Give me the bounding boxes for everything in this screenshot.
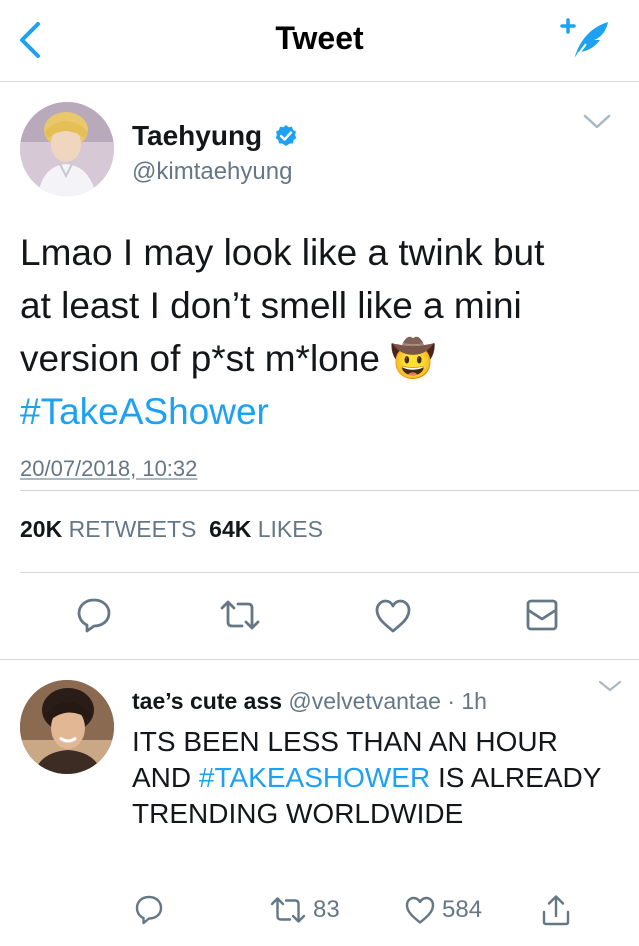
verified-badge-icon [274, 124, 298, 148]
reply-author-avatar[interactable] [20, 680, 114, 774]
tweet-text-line: version of p*st m*lone [20, 338, 391, 379]
divider [20, 572, 639, 573]
reply-retweet-button[interactable]: 83 [269, 892, 340, 928]
retweet-icon [270, 897, 306, 923]
share-icon [542, 895, 570, 926]
engagement-stats: 20K RETWEETS 64K LIKES [20, 516, 323, 543]
cowboy-emoji: 🤠 [390, 338, 437, 379]
chevron-down-icon[interactable] [582, 113, 612, 131]
reply-time[interactable]: 1h [461, 688, 487, 714]
section-divider [0, 659, 639, 660]
chevron-down-icon[interactable] [597, 679, 623, 693]
divider [20, 490, 639, 491]
like-icon[interactable] [374, 598, 412, 639]
reply-retweet-count: 83 [313, 896, 340, 923]
reply-author-handle[interactable]: @velvetvantae [288, 688, 441, 714]
author-name[interactable]: Taehyung [132, 120, 262, 152]
retweets-label[interactable]: RETWEETS [69, 516, 197, 542]
reply-icon [135, 895, 163, 925]
likes-label[interactable]: LIKES [258, 516, 323, 542]
reply-like-count: 584 [442, 896, 483, 923]
page-title: Tweet [275, 20, 364, 56]
reply-text: ITS BEEN LESS THAN AN HOUR AND #TAKEASHO… [132, 724, 612, 832]
likes-count[interactable]: 64K [209, 516, 251, 542]
retweets-count[interactable]: 20K [20, 516, 62, 542]
direct-message-icon[interactable] [525, 598, 559, 637]
share-button[interactable] [540, 892, 572, 928]
tweet-timestamp[interactable]: 20/07/2018, 10:32 [20, 456, 197, 482]
tweet-text-line: Lmao I may look like a twink but [20, 232, 545, 273]
hashtag-link[interactable]: #TakeAShower [20, 391, 269, 432]
meta-separator: · [447, 688, 455, 714]
author-avatar[interactable] [20, 102, 114, 196]
reply-icon[interactable] [76, 596, 112, 639]
reply-reply-button[interactable] [134, 892, 164, 928]
like-icon [405, 896, 435, 924]
compose-tweet-icon[interactable] [556, 14, 612, 66]
retweet-icon[interactable] [218, 598, 262, 637]
reply-author-line: tae’s cute ass @velvetvantae · 1h [132, 688, 487, 715]
top-bar: Tweet [0, 0, 639, 82]
reply-like-button[interactable]: 584 [404, 892, 482, 928]
reply-author-name[interactable]: tae’s cute ass [132, 688, 282, 714]
tweet-text: Lmao I may look like a twink but at least… [20, 226, 620, 438]
author-handle[interactable]: @kimtaehyung [132, 158, 292, 186]
tweet-text-line: at least I don’t smell like a mini [20, 285, 522, 326]
hashtag-link[interactable]: #TAKEASHOWER [199, 762, 430, 793]
